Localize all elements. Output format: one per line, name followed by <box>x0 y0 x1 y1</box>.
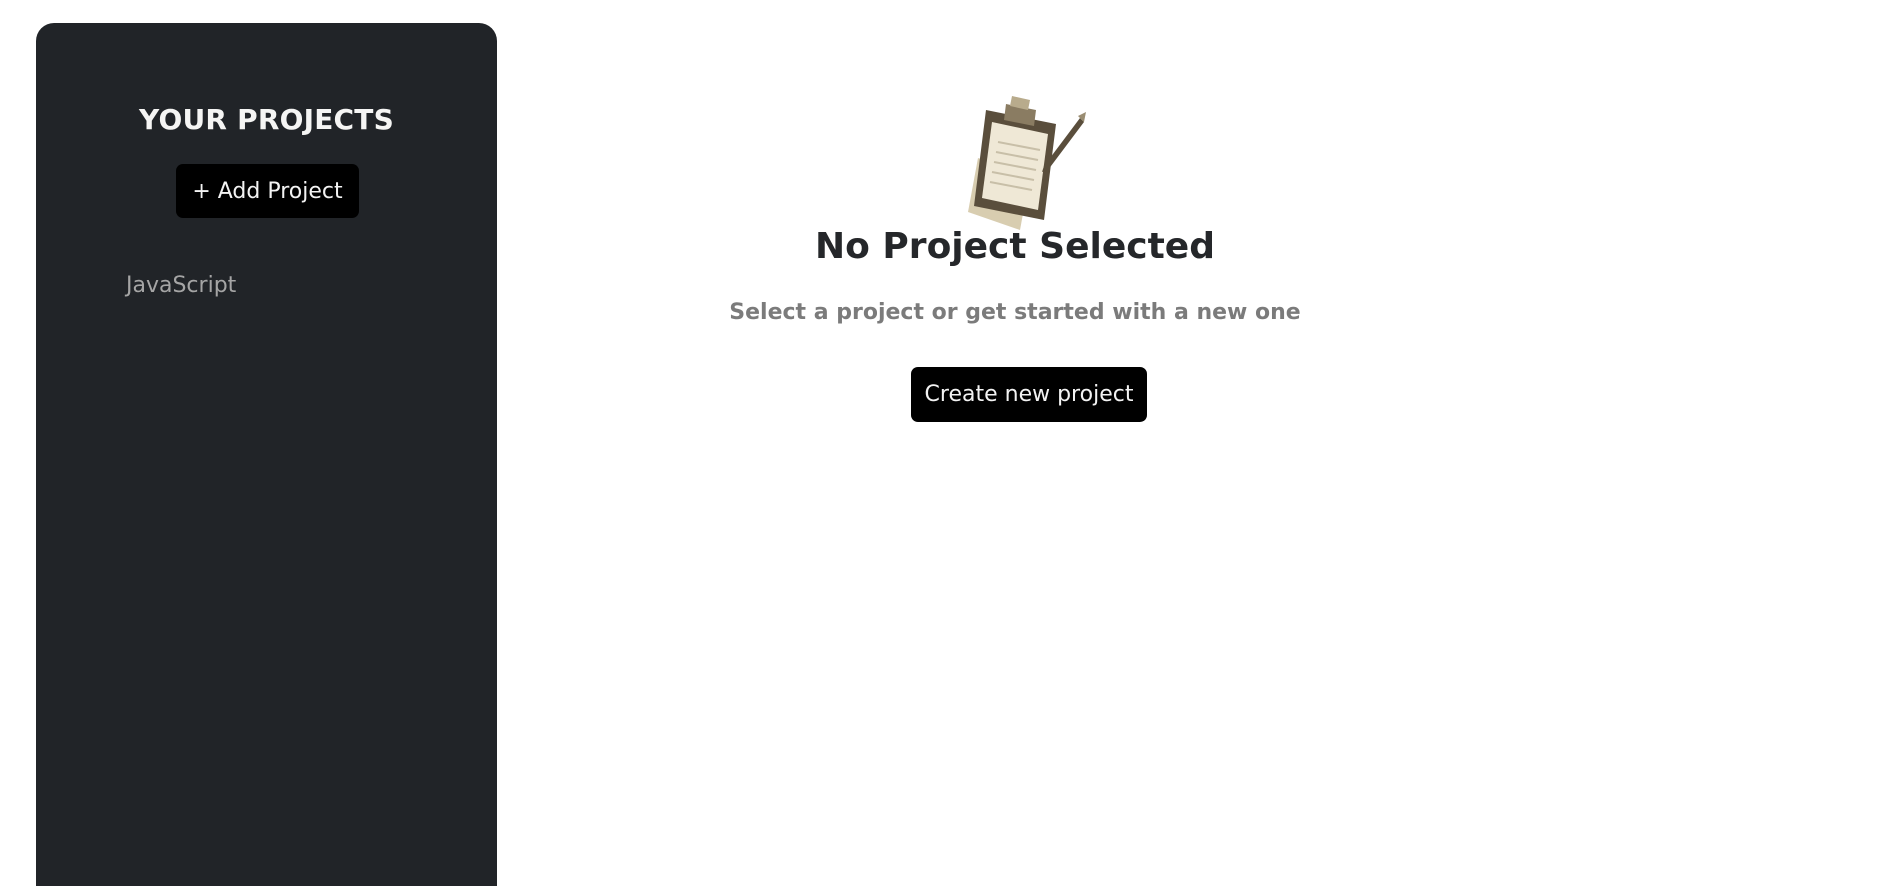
add-project-button[interactable]: + Add Project <box>176 164 359 218</box>
app-root: YOUR PROJECTS + Add Project JavaScript N… <box>0 0 1897 886</box>
sidebar-title: YOUR PROJECTS <box>139 103 394 136</box>
projects-sidebar: YOUR PROJECTS + Add Project JavaScript <box>36 23 497 886</box>
main-content: No Project Selected Select a project or … <box>497 0 1897 886</box>
empty-state-title: No Project Selected <box>815 226 1215 267</box>
empty-state-subtitle: Select a project or get started with a n… <box>729 300 1301 325</box>
project-list-item[interactable]: JavaScript <box>126 268 236 304</box>
project-list: JavaScript <box>126 268 236 304</box>
clipboard-with-pen-icon <box>968 96 1086 230</box>
create-project-button[interactable]: Create new project <box>911 367 1147 422</box>
